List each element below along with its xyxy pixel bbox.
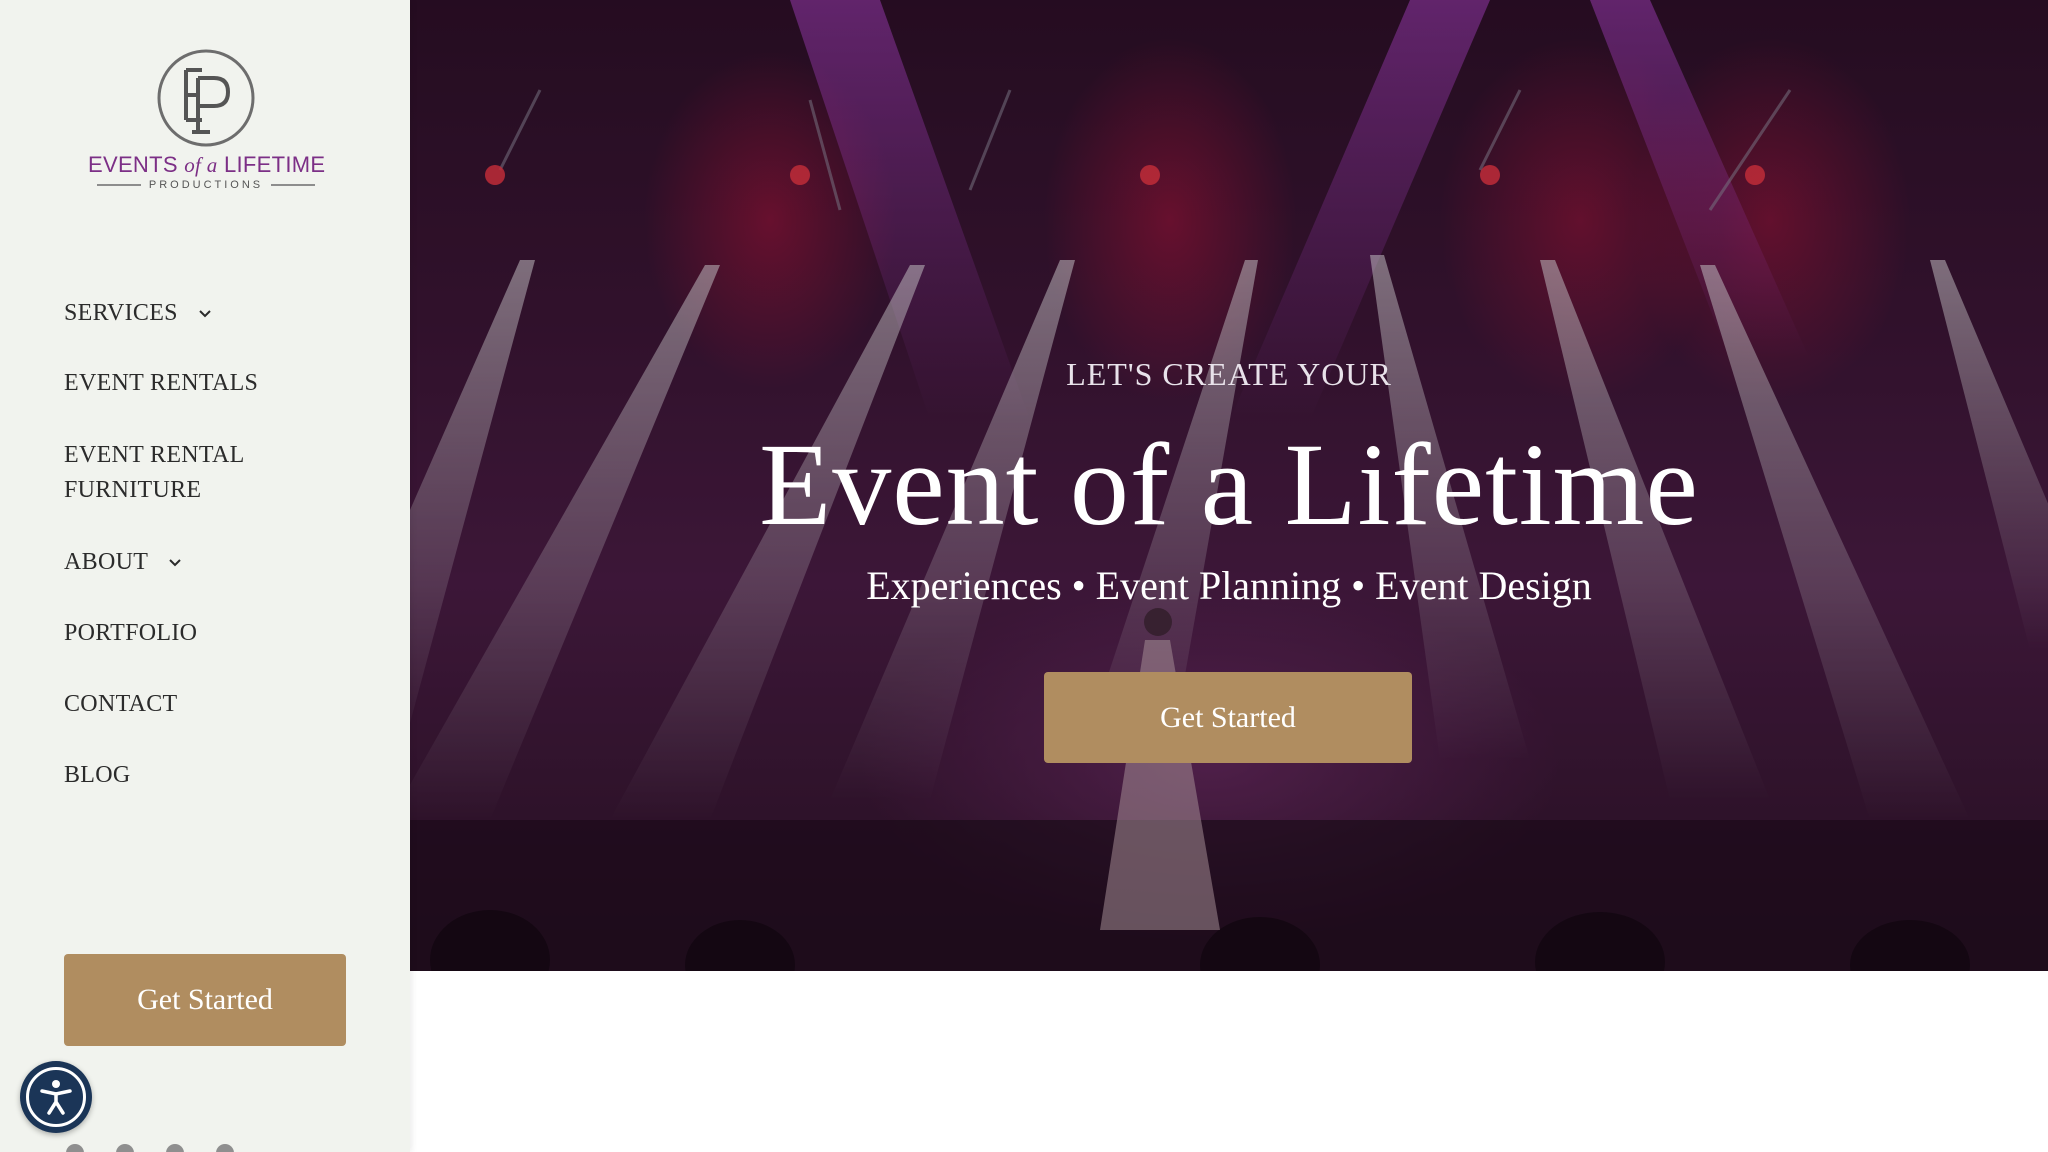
accessibility-button[interactable] xyxy=(20,1061,92,1133)
nav-item-event-rental-furniture[interactable]: EVENT RENTAL FURNITURE xyxy=(64,438,294,508)
chevron-down-icon[interactable] xyxy=(166,554,184,572)
pinterest-icon[interactable] xyxy=(216,1144,234,1152)
instagram-icon[interactable] xyxy=(166,1144,184,1152)
social-links xyxy=(66,1144,234,1152)
accessibility-icon xyxy=(26,1067,86,1127)
facebook-icon[interactable] xyxy=(66,1144,84,1152)
nav-item-label: BLOG xyxy=(64,762,131,788)
hero-kicker: LET'S CREATE YOUR xyxy=(1066,356,1392,392)
hero-get-started-button[interactable]: Get Started xyxy=(1044,672,1412,763)
nav-item-blog[interactable]: BLOG xyxy=(64,758,131,793)
logo-tagline: PRODUCTIONS xyxy=(88,179,324,191)
nav-item-label: SERVICES xyxy=(64,300,178,326)
sidebar: EVENTS of a LIFETIME PRODUCTIONS SERVICE… xyxy=(0,0,410,1152)
logo-wordmark: EVENTS of a LIFETIME xyxy=(88,152,326,177)
nav-item-label: PORTFOLIO xyxy=(64,620,198,646)
nav-item-event-rentals[interactable]: EVENT RENTALS xyxy=(64,366,258,401)
page: EVENTS of a LIFETIME PRODUCTIONS SERVICE… xyxy=(0,0,2048,1152)
nav-item-about[interactable]: ABOUT xyxy=(64,545,184,580)
nav-item-label: ABOUT xyxy=(64,549,149,575)
nav-item-portfolio[interactable]: PORTFOLIO xyxy=(64,616,197,651)
monogram-logo-icon xyxy=(157,49,255,147)
nav-item-services[interactable]: SERVICES xyxy=(64,296,214,331)
nav-item-label: EVENT RENTALS xyxy=(64,370,259,396)
hero-content: LET'S CREATE YOUR Event of a Lifetime Ex… xyxy=(410,0,2048,971)
nav-item-label: EVENT RENTAL FURNITURE xyxy=(64,442,244,503)
sidebar-get-started-button[interactable]: Get Started xyxy=(64,954,346,1046)
nav-item-label: CONTACT xyxy=(64,691,178,717)
twitter-icon[interactable] xyxy=(116,1144,134,1152)
chevron-down-icon[interactable] xyxy=(196,305,214,323)
site-logo[interactable]: EVENTS of a LIFETIME PRODUCTIONS xyxy=(88,48,326,198)
nav-item-contact[interactable]: CONTACT xyxy=(64,687,178,722)
hero-headline: Event of a Lifetime xyxy=(759,419,1699,550)
hero-subline: Experiences • Event Planning • Event Des… xyxy=(866,563,1592,608)
content-area xyxy=(410,971,2048,1152)
hero-section: LET'S CREATE YOUR Event of a Lifetime Ex… xyxy=(410,0,2048,971)
